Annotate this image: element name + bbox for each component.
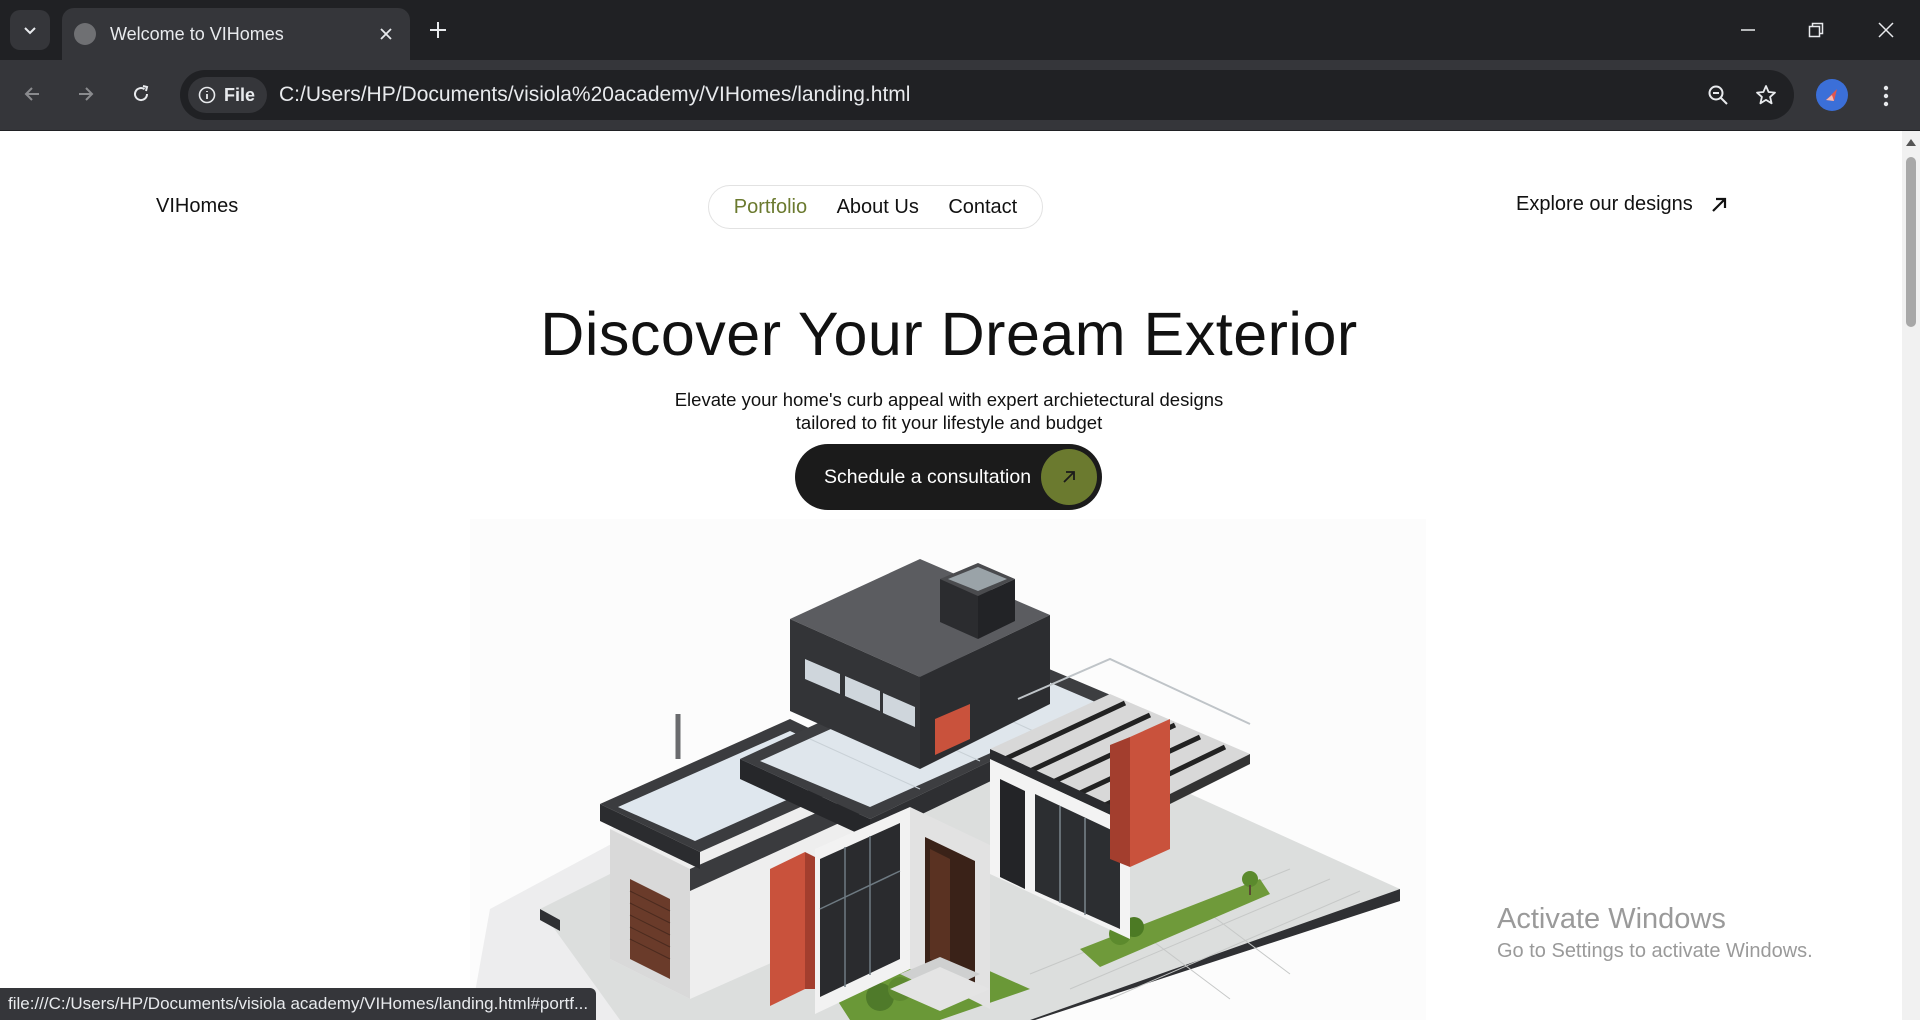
reload-button[interactable] [121, 74, 161, 114]
chip-label: File [224, 84, 256, 105]
tab-title: Welcome to VIHomes [110, 23, 284, 44]
nav-link-portfolio[interactable]: Portfolio [734, 196, 807, 219]
hero-house-image [470, 519, 1426, 1020]
restore-button[interactable] [1788, 10, 1844, 50]
arrow-up-right-icon [1712, 197, 1726, 212]
reload-icon [134, 85, 149, 102]
scrollbar-thumb[interactable] [1906, 157, 1916, 327]
close-tab-button[interactable] [374, 22, 398, 46]
profile-avatar[interactable] [1816, 79, 1848, 111]
bookmark-button[interactable] [1746, 75, 1786, 115]
profile-icon [1826, 89, 1837, 101]
minimize-button[interactable] [1720, 10, 1776, 50]
forward-button[interactable] [66, 74, 106, 114]
arrow-up-right-icon [1063, 471, 1075, 483]
page-scrollbar[interactable] [1902, 131, 1920, 1020]
active-tab[interactable]: Welcome to VIHomes [62, 8, 410, 60]
hero-subtitle-line-1: Elevate your home's curb appeal with exp… [674, 389, 1224, 410]
site-header: VIHomes Portfolio About Us Contact Explo… [0, 131, 1902, 281]
hero-subtitle: Elevate your home's curb appeal with exp… [0, 388, 1898, 434]
house-illustration [470, 559, 1400, 1020]
hero-subtitle-line-2: tailored to fit your lifestyle and budge… [795, 412, 1103, 433]
main-nav: Portfolio About Us Contact [708, 185, 1043, 229]
nav-link-contact[interactable]: Contact [948, 196, 1017, 219]
back-icon [24, 87, 39, 101]
forward-icon [79, 87, 94, 101]
restore-icon [1808, 22, 1824, 38]
zoom-button[interactable] [1698, 75, 1738, 115]
cta-arrow-badge [1041, 449, 1097, 505]
explore-designs-label: Explore our designs [1516, 193, 1693, 215]
url-text[interactable]: C:/Users/HP/Documents/visiola%20academy/… [279, 83, 1698, 107]
address-bar[interactable]: File C:/Users/HP/Documents/visiola%20aca… [180, 70, 1794, 120]
scroll-up-arrow-icon[interactable] [1906, 139, 1916, 146]
plus-icon [430, 22, 446, 38]
watermark-line-2: Go to Settings to activate Windows. [1497, 940, 1813, 962]
browser-menu-button[interactable] [1870, 76, 1902, 116]
site-logo[interactable]: VIHomes [156, 195, 238, 218]
minimize-icon [1741, 29, 1755, 31]
browser-toolbar: File C:/Users/HP/Documents/visiola%20aca… [0, 60, 1920, 131]
close-icon [380, 28, 392, 40]
tab-strip: Welcome to VIHomes [0, 0, 1920, 60]
hero-title: Discover Your Dream Exterior [540, 300, 1358, 368]
tab-search-button[interactable] [10, 10, 50, 50]
link-status-bar: file:///C:/Users/HP/Documents/visiola ac… [0, 988, 597, 1020]
close-window-button[interactable] [1858, 10, 1914, 50]
chevron-down-icon [24, 27, 36, 35]
cta-label: Schedule a consultation [824, 465, 1032, 488]
page-viewport: VIHomes Portfolio About Us Contact Explo… [0, 131, 1920, 1020]
windows-activation-watermark: Activate Windows Go to Settings to activ… [1497, 903, 1813, 963]
globe-icon [74, 23, 96, 45]
kebab-menu-icon [1883, 85, 1889, 107]
new-tab-button[interactable] [422, 14, 454, 46]
site-info-chip[interactable]: File [188, 77, 268, 113]
schedule-consultation-button[interactable]: Schedule a consultation [795, 444, 1102, 510]
info-icon [198, 86, 216, 104]
watermark-line-1: Activate Windows [1497, 903, 1726, 935]
star-icon [1756, 85, 1776, 105]
close-icon [1878, 22, 1894, 38]
explore-designs-link[interactable]: Explore our designs [1516, 193, 1729, 216]
zoom-icon [1708, 85, 1728, 105]
back-button[interactable] [12, 74, 52, 114]
nav-link-about-us[interactable]: About Us [837, 196, 919, 219]
